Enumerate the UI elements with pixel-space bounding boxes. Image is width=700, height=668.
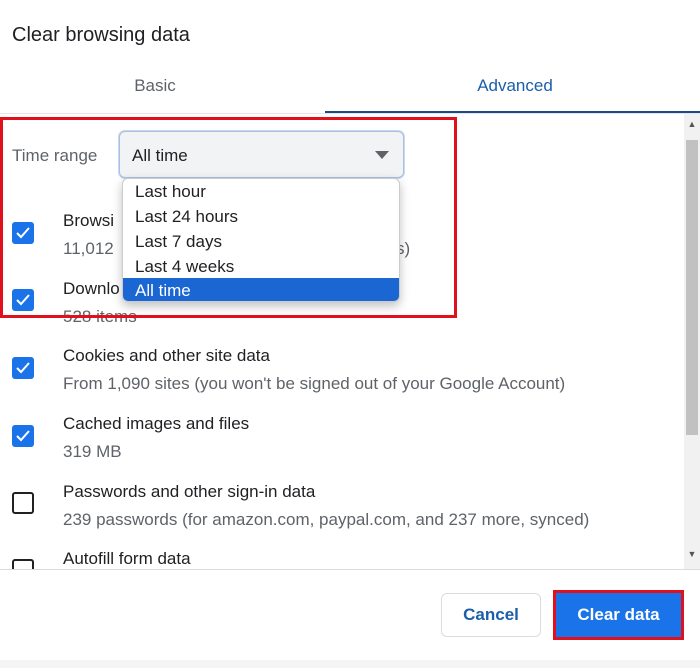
checkbox-browsing-history[interactable] (12, 222, 34, 244)
bottom-strip (0, 660, 700, 668)
tab-advanced[interactable]: Advanced (360, 76, 670, 96)
scroll-up-icon[interactable]: ▲ (686, 119, 698, 129)
caret-down-icon (375, 151, 389, 159)
scrollbar-thumb[interactable] (686, 140, 698, 435)
checkbox-download-history[interactable] (12, 289, 34, 311)
item-desc: 239 passwords (for amazon.com, paypal.co… (63, 510, 590, 529)
scroll-down-icon[interactable]: ▼ (686, 549, 698, 559)
check-icon (16, 294, 30, 306)
divider (0, 569, 700, 570)
dialog-title: Clear browsing data (12, 24, 190, 46)
active-tab-indicator (325, 111, 700, 113)
time-range-select[interactable]: All time (119, 131, 404, 178)
check-icon (16, 227, 30, 239)
item-title: Passwords and other sign-in data (63, 482, 316, 501)
tab-basic[interactable]: Basic (0, 76, 310, 96)
cancel-button[interactable]: Cancel (441, 593, 541, 637)
item-desc: 319 MB (63, 442, 122, 461)
clear-data-highlight: Clear data (553, 590, 684, 640)
option-all-time[interactable]: All time (123, 278, 399, 301)
item-title: Autofill form data (63, 549, 191, 568)
check-icon (16, 362, 30, 374)
option-last-4-weeks[interactable]: Last 4 weeks (123, 254, 399, 279)
item-title: Downlo (63, 279, 120, 298)
time-range-menu: Last hour Last 24 hours Last 7 days Last… (122, 178, 400, 302)
checkbox-cookies[interactable] (12, 357, 34, 379)
item-title: Browsi (63, 211, 115, 230)
time-range-label: Time range (12, 146, 98, 165)
item-title: Cached images and files (63, 414, 250, 433)
item-desc: 528 items (63, 307, 137, 326)
time-range-value: All time (132, 146, 188, 165)
clear-data-button[interactable]: Clear data (556, 593, 681, 637)
check-icon (16, 430, 30, 442)
item-title: Cookies and other site data (63, 346, 270, 365)
item-desc: From 1,090 sites (you won't be signed ou… (63, 374, 566, 393)
option-last-7-days[interactable]: Last 7 days (123, 229, 399, 254)
checkbox-autofill[interactable] (12, 559, 34, 569)
checkbox-passwords[interactable] (12, 492, 34, 514)
option-last-24-hours[interactable]: Last 24 hours (123, 204, 399, 229)
option-last-hour[interactable]: Last hour (123, 179, 399, 204)
divider (0, 113, 700, 114)
checkbox-cached-images[interactable] (12, 425, 34, 447)
item-desc: 11,012 (63, 239, 114, 258)
